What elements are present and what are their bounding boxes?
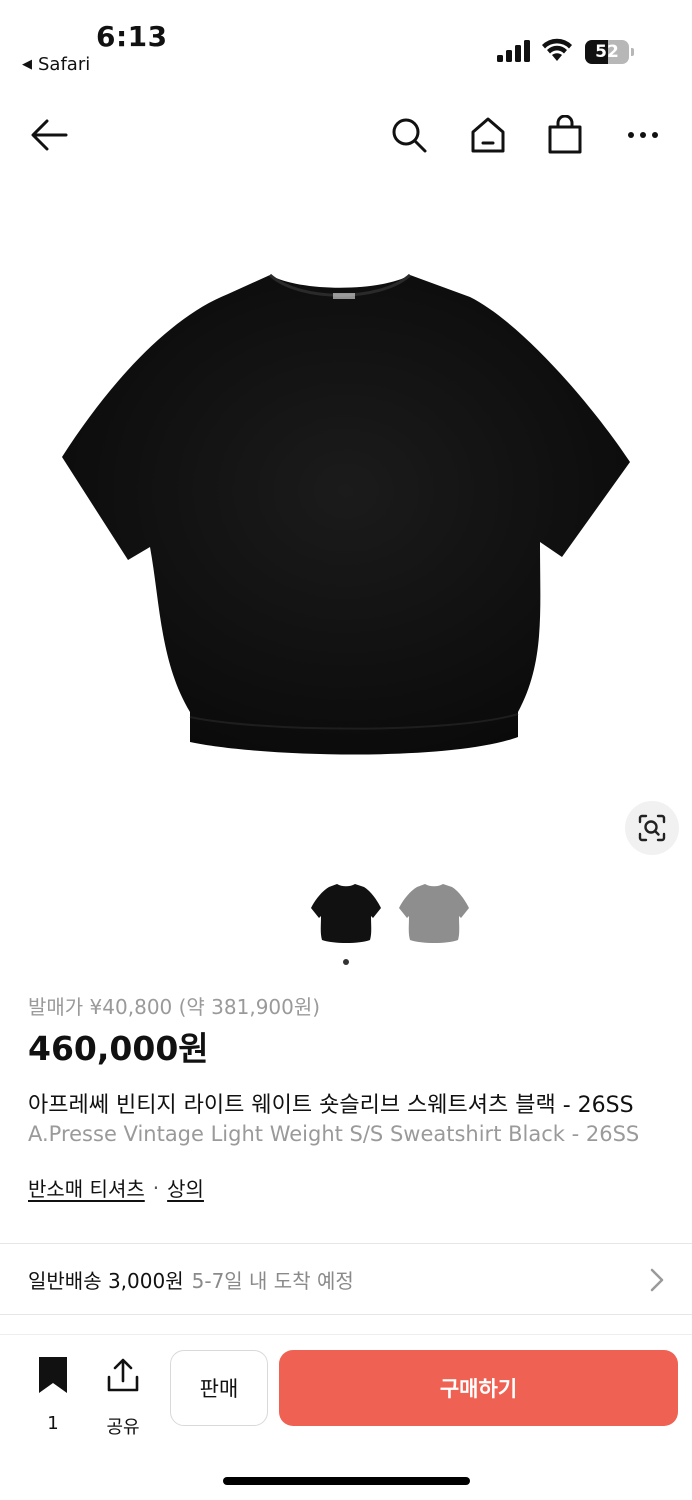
shopping-bag-button[interactable] [542, 112, 588, 158]
bookmark-count: 1 [47, 1413, 59, 1434]
product-title-english: A.Presse Vintage Light Weight S/S Sweats… [28, 1122, 640, 1146]
back-button[interactable] [26, 112, 72, 158]
category-link-tops[interactable]: 상의 [167, 1173, 204, 1202]
search-button[interactable] [386, 112, 432, 158]
home-icon [471, 117, 505, 153]
thumbnail-black[interactable] [309, 878, 383, 948]
cellular-signal-icon [497, 40, 530, 62]
home-indicator[interactable] [223, 1477, 470, 1485]
share-icon [107, 1358, 139, 1392]
battery-indicator: 52 [585, 40, 634, 64]
bookmark-button[interactable]: 1 [33, 1357, 73, 1435]
share-label: 공유 [106, 1417, 140, 1438]
category-separator: · [152, 1175, 160, 1200]
back-triangle-icon: ◀ [22, 57, 32, 72]
product-image-carousel[interactable] [0, 182, 692, 870]
divider [0, 1314, 692, 1315]
battery-level: 52 [595, 42, 619, 62]
more-button[interactable] [620, 112, 666, 158]
release-price: 발매가 ¥40,800 (약 381,900원) [28, 995, 321, 1019]
search-icon [392, 118, 427, 153]
thumbnail-grey[interactable] [397, 878, 471, 948]
more-icon [628, 132, 658, 138]
shipping-fee: 일반배송 3,000원 [28, 1268, 184, 1293]
bottom-action-bar: 1 공유 판매 구매하기 [0, 1334, 692, 1454]
category-breadcrumb: 반소매 티셔츠 · 상의 [28, 1173, 204, 1202]
image-search-button[interactable] [625, 801, 679, 855]
product-title-korean: 아프레쎄 빈티지 라이트 웨이트 숏슬리브 스웨트셔츠 블랙 - 26SS [28, 1093, 634, 1118]
back-arrow-icon [31, 119, 68, 151]
back-app-label: Safari [38, 54, 91, 75]
bookmark-icon [39, 1357, 67, 1393]
chevron-right-icon [650, 1268, 664, 1292]
back-to-app-link[interactable]: ◀ Safari [22, 54, 90, 75]
camera-lens-icon [638, 814, 666, 842]
thumbnail-image [399, 884, 469, 943]
shipping-eta: 5-7일 내 도착 예정 [191, 1268, 354, 1293]
home-button[interactable] [465, 112, 511, 158]
status-time: 6:13 [96, 20, 168, 53]
wifi-icon [542, 38, 572, 61]
buy-button[interactable]: 구매하기 [279, 1350, 678, 1426]
thumbnail-image [311, 884, 381, 943]
image-thumbnails [0, 878, 692, 952]
shipping-row[interactable]: 일반배송 3,000원 5-7일 내 도착 예정 [0, 1244, 692, 1314]
sell-button[interactable]: 판매 [170, 1350, 268, 1426]
product-price: 460,000원 [28, 1029, 209, 1068]
carousel-page-indicator [343, 959, 349, 965]
status-bar: 6:13 ◀ Safari 52 [0, 0, 692, 90]
category-link-short-sleeve[interactable]: 반소매 티셔츠 [28, 1173, 145, 1202]
product-image [62, 273, 630, 755]
share-button[interactable]: 공유 [100, 1357, 146, 1438]
shopping-bag-icon [548, 115, 582, 154]
top-nav [0, 100, 692, 170]
